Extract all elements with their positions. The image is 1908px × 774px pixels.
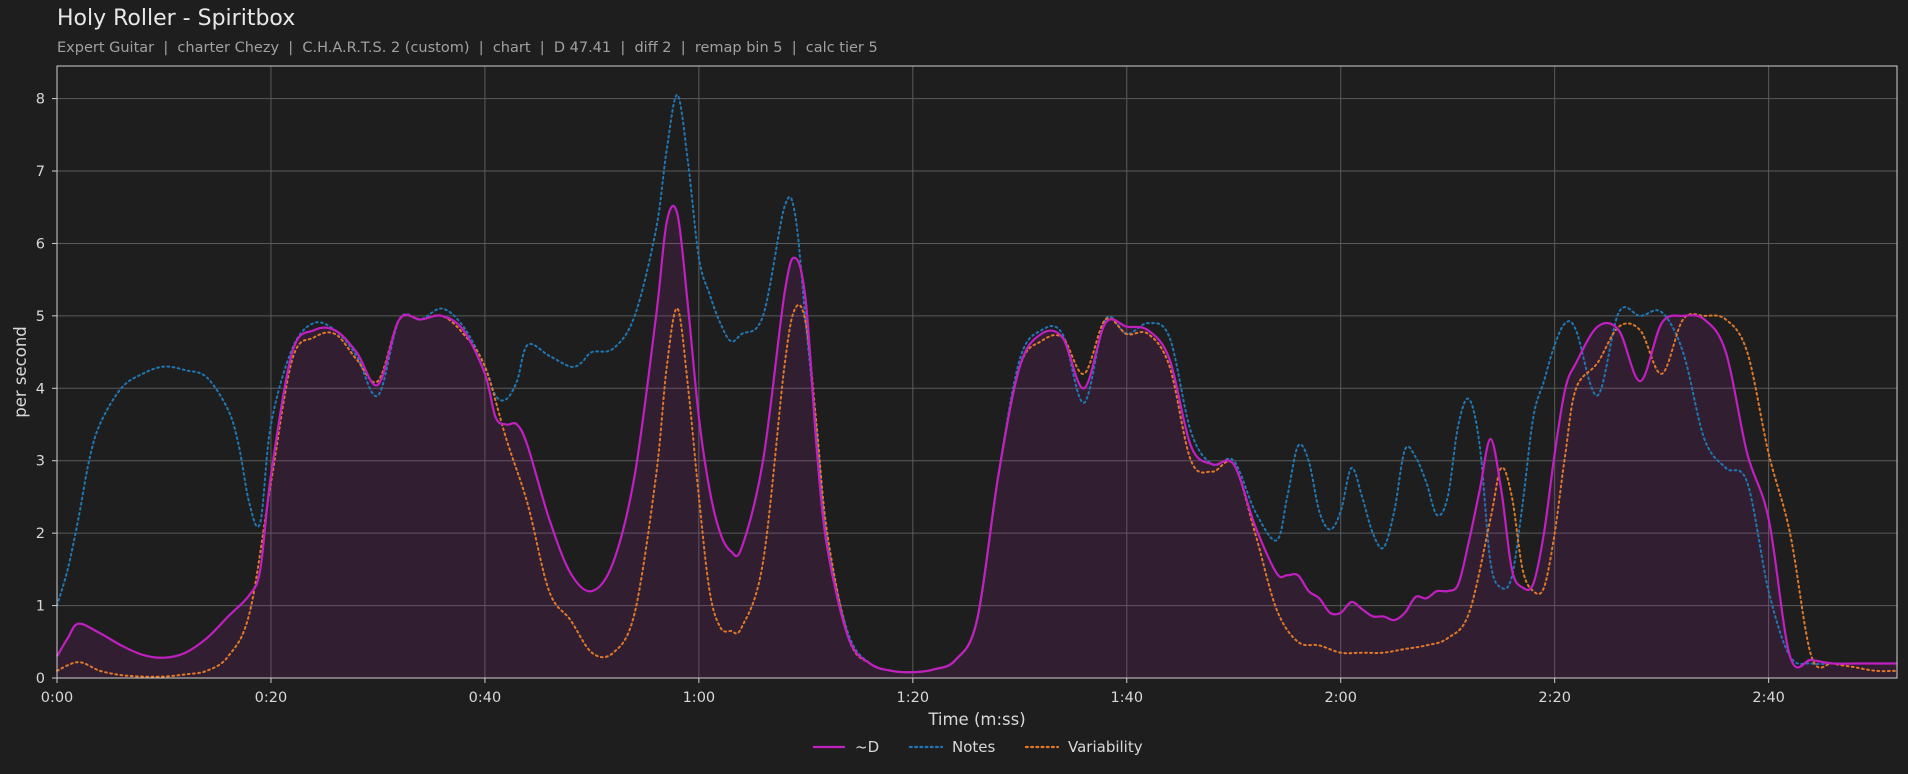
x-tick-label: 0:20: [255, 690, 288, 706]
legend-label: ~D: [855, 738, 879, 756]
legend-item: ~D: [813, 738, 879, 756]
y-tick-label: 5: [36, 309, 45, 325]
chart-canvas: 0:00 0:20 0:40 1:00 1:20 1:40 2:00 2:20 2:40 0 1 2 3…: [11, 65, 1898, 756]
y-tick-label: 8: [36, 92, 45, 108]
y-tick-label: 4: [36, 381, 45, 397]
y-tick-label: 6: [36, 236, 45, 252]
x-tick-label: 1:40: [1110, 690, 1143, 706]
x-tick-label: 0:40: [469, 690, 502, 706]
legend-label: Variability: [1068, 738, 1143, 756]
x-tick-label: 2:20: [1538, 690, 1571, 706]
y-tick-label: 7: [36, 164, 45, 180]
y-tick-label: 3: [36, 454, 45, 470]
x-tick-label: 2:00: [1324, 690, 1357, 706]
x-tick-label: 0:00: [41, 690, 74, 706]
x-tick-label: 1:00: [683, 690, 716, 706]
y-tick-label: 2: [36, 526, 45, 542]
legend-item: Notes: [908, 738, 996, 756]
x-axis-label: Time (m:ss): [927, 710, 1025, 729]
y-tick-label: 0: [36, 671, 45, 687]
y-tick-label: 1: [36, 599, 45, 615]
legend-label: Notes: [952, 738, 996, 756]
y-axis-label: per second: [11, 326, 30, 418]
x-tick-label: 1:20: [897, 690, 930, 706]
legend: ~D Notes Variability: [813, 738, 1143, 756]
x-tick-label: 2:40: [1752, 690, 1785, 706]
legend-item: Variability: [1024, 738, 1143, 756]
